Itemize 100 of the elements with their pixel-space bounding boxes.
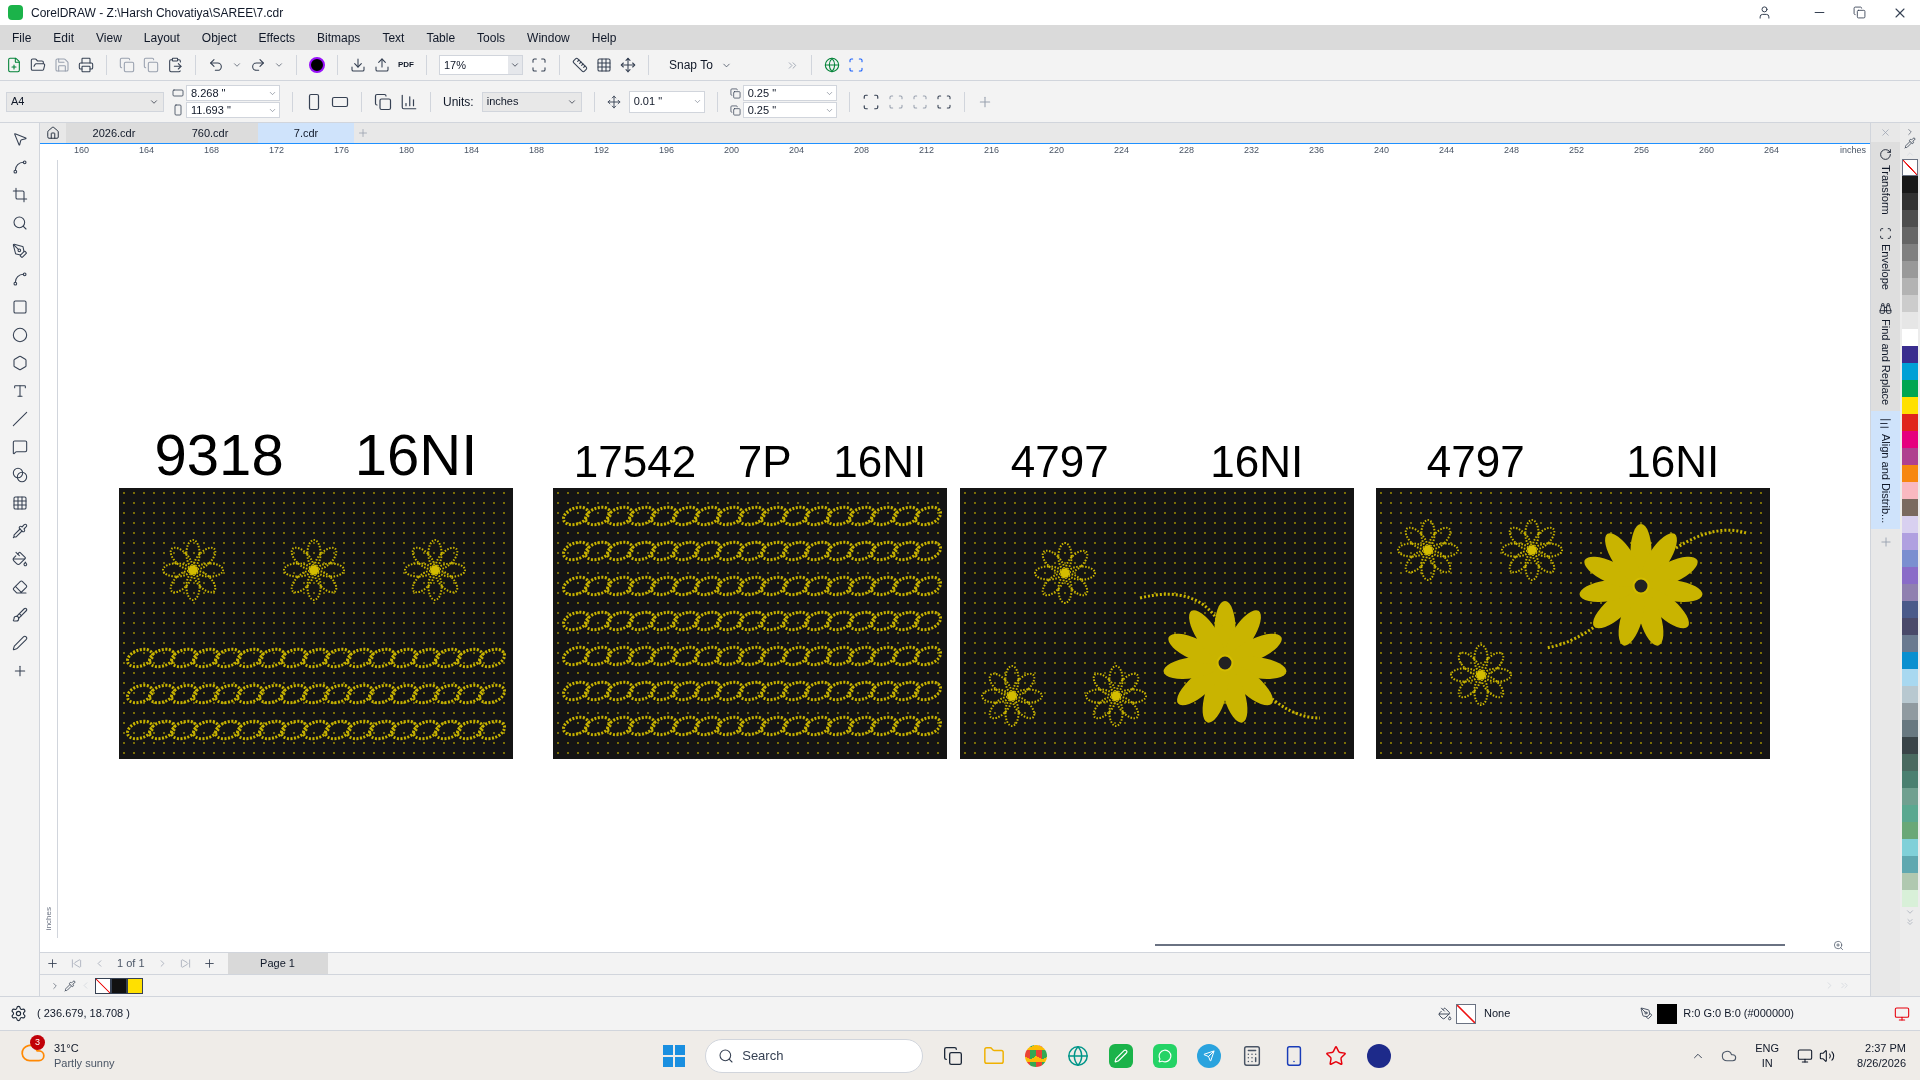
paint-bucket-icon[interactable] — [11, 551, 28, 567]
docker-tab[interactable]: Transform — [1871, 142, 1900, 221]
ellipse-icon[interactable] — [11, 327, 28, 343]
menu-item[interactable]: Window — [527, 28, 570, 47]
color-swatch[interactable] — [1902, 873, 1918, 890]
guidelines-icon[interactable] — [620, 57, 636, 73]
page-height-field[interactable]: 11.693 " — [186, 102, 280, 118]
redo-icon[interactable] — [250, 57, 266, 73]
pen-app-icon[interactable] — [1109, 1043, 1134, 1068]
crop-icon[interactable] — [11, 187, 28, 203]
color-swatch[interactable] — [1902, 516, 1918, 533]
zoom-icon[interactable] — [11, 215, 28, 231]
expand-icon[interactable] — [50, 980, 60, 991]
menu-item[interactable]: Effects — [258, 28, 295, 47]
menu-item[interactable]: File — [12, 28, 32, 47]
first-page-icon[interactable] — [71, 958, 82, 969]
new-document-icon[interactable] — [6, 57, 22, 73]
color-swatch[interactable] — [1902, 346, 1918, 363]
paste-icon[interactable] — [167, 57, 183, 73]
menu-item[interactable]: Text — [382, 28, 405, 47]
page-tab[interactable]: Page 1 — [227, 953, 328, 974]
color-swatch[interactable] — [1902, 448, 1918, 465]
docker-tab[interactable]: Envelope — [1871, 220, 1900, 296]
color-swatch[interactable] — [1902, 363, 1918, 380]
caret-icon[interactable] — [508, 56, 522, 74]
zoom-level-dropdown[interactable]: 17% — [439, 55, 523, 75]
color-swatch[interactable] — [1902, 788, 1918, 805]
color-swatch[interactable] — [1902, 193, 1918, 210]
color-swatch[interactable] — [1902, 261, 1918, 278]
import-icon[interactable] — [350, 57, 366, 73]
menu-item[interactable]: View — [96, 28, 122, 47]
scrollbar[interactable] — [1155, 944, 1785, 946]
ruler-icon[interactable] — [572, 57, 588, 73]
color-swatch[interactable] — [1902, 533, 1918, 550]
launcher-icon[interactable] — [309, 57, 325, 73]
duplicate-y-field[interactable]: 0.25 " — [742, 102, 837, 118]
color-swatch[interactable] — [1902, 805, 1918, 822]
taskbar-search-field[interactable]: Search — [705, 1038, 924, 1073]
text-icon[interactable] — [11, 383, 28, 399]
current-page-icon[interactable] — [400, 92, 418, 111]
menu-item[interactable]: Tools — [477, 28, 506, 47]
chat-app-icon[interactable] — [1153, 1043, 1178, 1068]
full-screen-icon[interactable] — [531, 57, 547, 73]
color-swatch[interactable] — [1902, 669, 1918, 686]
menu-item[interactable]: Table — [426, 28, 456, 47]
color-swatch[interactable] — [1902, 244, 1918, 261]
more-icon[interactable] — [1905, 917, 1915, 927]
restore-icon[interactable] — [1853, 6, 1866, 19]
undo-icon[interactable] — [208, 57, 224, 73]
color-swatch[interactable] — [1902, 278, 1918, 295]
node-icon[interactable] — [11, 159, 28, 175]
color-swatch[interactable] — [1902, 482, 1918, 499]
color-swatch[interactable] — [1902, 176, 1918, 193]
volume-icon[interactable] — [1819, 1047, 1836, 1064]
pdf-button[interactable]: PDF — [398, 59, 414, 71]
print-icon[interactable] — [78, 57, 94, 73]
no-color-swatch[interactable] — [95, 977, 111, 994]
language[interactable]: ENG — [1755, 1040, 1780, 1056]
document-tab[interactable]: 760.cdr — [162, 123, 258, 143]
search-icon[interactable] — [718, 1047, 735, 1064]
browser-icon[interactable] — [1025, 1044, 1048, 1067]
expand-icon[interactable] — [1905, 127, 1915, 137]
menu-item[interactable]: Layout — [143, 28, 180, 47]
color-swatch[interactable] — [1902, 839, 1918, 856]
page-width-field[interactable]: 8.268 " — [186, 85, 280, 101]
color-swatch[interactable] — [1902, 652, 1918, 669]
account-icon[interactable] — [1757, 5, 1772, 20]
zoom-icon[interactable] — [1833, 939, 1844, 951]
last-page-icon[interactable] — [179, 958, 191, 969]
add-docker-icon[interactable] — [1878, 535, 1893, 550]
color-swatch[interactable] — [1902, 890, 1918, 907]
color-swatch[interactable] — [111, 977, 127, 994]
color-swatch[interactable] — [1902, 380, 1918, 397]
menu-item[interactable]: Object — [201, 28, 237, 47]
color-swatch[interactable] — [1902, 295, 1918, 312]
eyedropper-icon[interactable] — [11, 523, 28, 539]
save-icon[interactable] — [54, 57, 70, 73]
color-swatch[interactable] — [1902, 431, 1918, 448]
color-swatch[interactable] — [1902, 771, 1918, 788]
docker-tab[interactable]: Align and Distrib... — [1871, 410, 1900, 530]
duplicate-x-field[interactable]: 0.25 " — [742, 85, 837, 101]
color-swatch[interactable] — [1902, 754, 1918, 771]
network-icon[interactable] — [1797, 1047, 1814, 1064]
all-pages-icon[interactable] — [374, 92, 392, 111]
snap-to-dropdown[interactable]: Snap To — [661, 56, 740, 74]
polygon-icon[interactable] — [11, 355, 28, 371]
page-size-dropdown[interactable]: A4 — [6, 91, 164, 112]
units-dropdown[interactable]: inches — [481, 91, 582, 112]
color-swatch[interactable] — [1902, 210, 1918, 227]
line-icon[interactable] — [11, 411, 28, 427]
color-swatch[interactable] — [1902, 397, 1918, 414]
color-swatch[interactable] — [1902, 312, 1918, 329]
folder-icon[interactable] — [983, 1044, 1006, 1067]
open-icon[interactable] — [30, 57, 46, 73]
color-swatch[interactable] — [1902, 465, 1918, 482]
blend-icon[interactable] — [11, 467, 28, 483]
add-page-icon[interactable] — [202, 957, 216, 970]
nudge-field[interactable]: 0.01 " — [628, 90, 705, 113]
menu-item[interactable]: Edit — [53, 28, 75, 47]
eraser-icon[interactable] — [11, 579, 28, 595]
